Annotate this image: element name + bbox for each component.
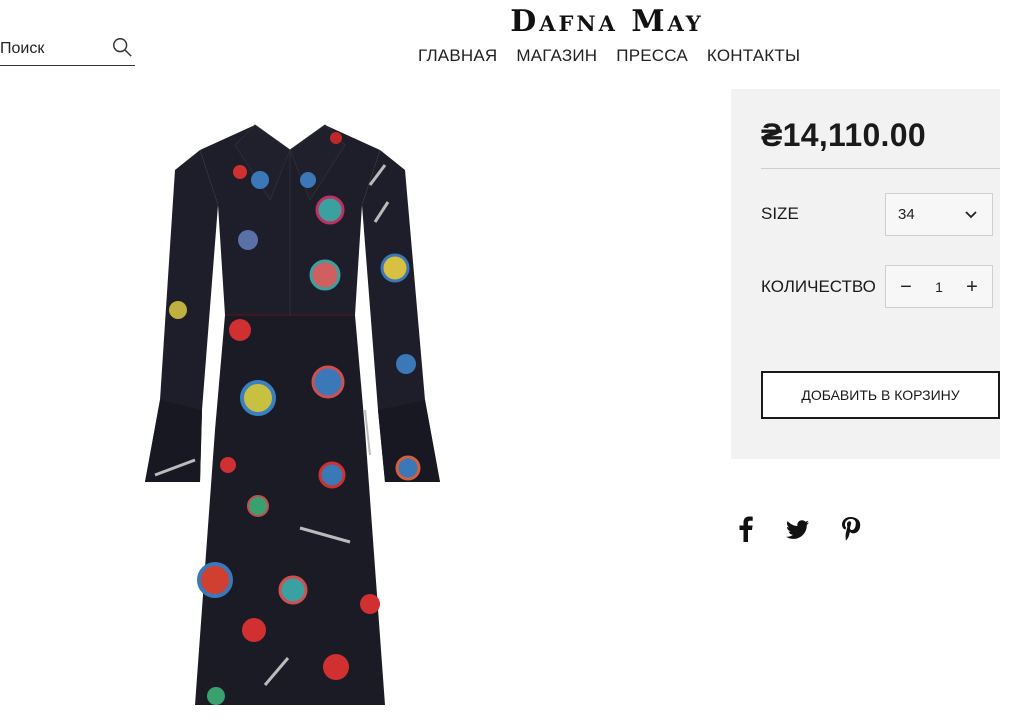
nav-home[interactable]: ГЛАВНАЯ bbox=[418, 46, 497, 66]
brand-name[interactable]: Dafna May bbox=[510, 4, 704, 39]
quantity-increment-button[interactable]: + bbox=[962, 277, 982, 297]
twitter-icon[interactable] bbox=[785, 514, 811, 544]
search-icon[interactable] bbox=[111, 36, 133, 58]
quantity-decrement-button[interactable]: − bbox=[896, 277, 916, 297]
size-label: SIZE bbox=[761, 204, 799, 223]
main-nav: ГЛАВНАЯ МАГАЗИН ПРЕССА КОНТАКТЫ bbox=[418, 46, 800, 66]
size-value: 34 bbox=[898, 206, 915, 223]
size-select[interactable]: 34 bbox=[885, 193, 993, 236]
facebook-icon[interactable] bbox=[733, 514, 759, 544]
pinterest-icon[interactable] bbox=[837, 514, 863, 544]
quantity-stepper[interactable]: − 1 + bbox=[885, 265, 993, 308]
share-icons bbox=[733, 514, 863, 544]
nav-press[interactable]: ПРЕССА bbox=[616, 46, 688, 66]
purchase-panel: ₴14,110.00 SIZE 34 КОЛИЧЕСТВО − 1 + ДОБА… bbox=[731, 89, 1000, 459]
chevron-down-icon bbox=[965, 211, 977, 219]
search-input[interactable] bbox=[0, 39, 100, 58]
price-divider bbox=[761, 168, 1000, 169]
add-to-cart-button[interactable]: ДОБАВИТЬ В КОРЗИНУ bbox=[761, 371, 1000, 419]
dress-image[interactable] bbox=[140, 110, 450, 710]
nav-shop[interactable]: МАГАЗИН bbox=[516, 46, 597, 66]
quantity-label: КОЛИЧЕСТВО bbox=[761, 277, 876, 296]
quantity-value[interactable]: 1 bbox=[935, 279, 943, 295]
nav-contacts[interactable]: КОНТАКТЫ bbox=[707, 46, 800, 66]
product-price: ₴14,110.00 bbox=[761, 117, 926, 153]
brand-logo[interactable]: Dafna May bbox=[0, 4, 1024, 39]
